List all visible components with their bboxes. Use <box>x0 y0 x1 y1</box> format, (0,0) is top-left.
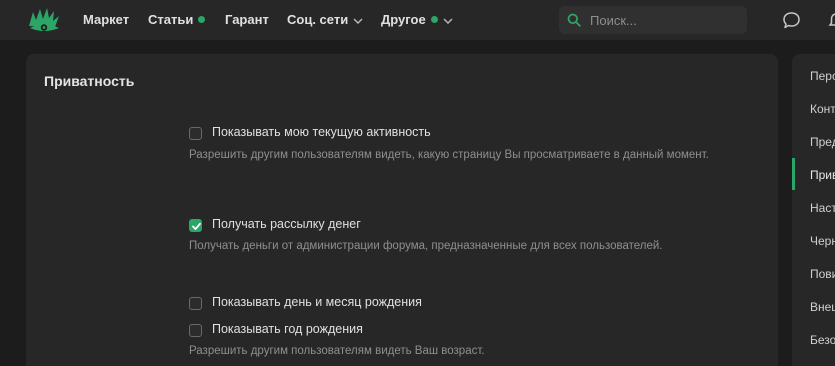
page-title: Приватность <box>44 73 135 89</box>
show-activity-label[interactable]: Показывать мою текущую активность <box>212 125 431 139</box>
sidebar-item-contacts[interactable]: Конт <box>810 102 835 116</box>
bell-icon[interactable] <box>828 12 835 29</box>
chevron-down-icon <box>443 18 453 24</box>
account-sidebar: Перс Конт Пред Прив Наст Черн Пови Внеш … <box>792 54 835 366</box>
sidebar-item-blacklist[interactable]: Черн <box>810 234 835 248</box>
nav-social-label: Соц. сети <box>287 12 349 27</box>
sidebar-item-personal[interactable]: Перс <box>810 69 835 83</box>
nav-other-label: Другое <box>381 12 426 27</box>
search-input[interactable] <box>590 6 740 34</box>
new-indicator-dot <box>198 16 206 23</box>
sidebar-item-upgrades[interactable]: Пови <box>810 267 835 281</box>
money-mailing-label[interactable]: Получать рассылку денег <box>212 217 361 231</box>
sidebar-item-preferences[interactable]: Пред <box>810 135 835 149</box>
new-indicator-dot <box>430 16 438 23</box>
checkmark-icon <box>192 222 201 230</box>
nav-social-networks[interactable]: Соц. сети <box>287 12 363 28</box>
chevron-down-icon <box>353 18 363 24</box>
nav-market-label: Маркет <box>83 12 130 27</box>
show-birthday-label[interactable]: Показывать день и месяц рождения <box>212 295 422 309</box>
chat-icon[interactable] <box>782 11 801 30</box>
active-item-marker <box>792 158 795 190</box>
search-box <box>559 6 747 34</box>
show-birth-year-checkbox[interactable] <box>189 324 202 337</box>
nav-articles-label: Статьи <box>148 12 194 27</box>
search-icon <box>567 13 581 27</box>
sidebar-item-privacy[interactable]: Прив <box>810 168 835 182</box>
logo-icon[interactable] <box>27 7 61 33</box>
nav-market[interactable]: Маркет <box>83 12 129 28</box>
money-mailing-checkbox[interactable] <box>189 219 202 232</box>
sidebar-item-settings[interactable]: Наст <box>810 201 835 215</box>
show-activity-description: Разрешить другим пользователям видеть, к… <box>189 149 709 161</box>
privacy-settings-panel: Приватность Показывать мою текущую актив… <box>26 54 778 366</box>
nav-other[interactable]: Другое <box>381 12 453 28</box>
show-activity-checkbox[interactable] <box>189 127 202 140</box>
show-birthday-checkbox[interactable] <box>189 297 202 310</box>
sidebar-item-appearance[interactable]: Внеш <box>810 300 835 314</box>
show-birth-year-label[interactable]: Показывать год рождения <box>212 322 363 336</box>
nav-guarantor-label: Гарант <box>225 12 269 27</box>
nav-guarantor[interactable]: Гарант <box>225 12 269 28</box>
sidebar-item-security[interactable]: Безо <box>810 333 835 347</box>
nav-articles[interactable]: Статьи <box>148 12 206 28</box>
top-navigation-bar: Маркет Статьи Гарант Соц. сети Другое <box>0 0 835 40</box>
money-mailing-description: Получать деньги от администрации форума,… <box>189 240 663 252</box>
show-birth-year-description: Разрешить другим пользователям видеть Ва… <box>189 345 485 357</box>
